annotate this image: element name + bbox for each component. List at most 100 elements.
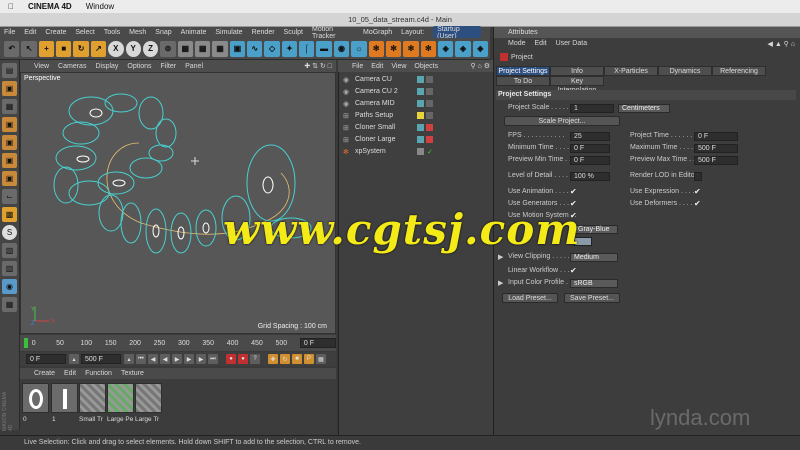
goto-start-icon[interactable]: ⏮ (136, 354, 146, 364)
mograph-effector-icon[interactable]: ◈ (455, 40, 471, 57)
menu-edit[interactable]: Edit (24, 29, 36, 36)
visibility-dots[interactable] (426, 124, 433, 131)
menu-select[interactable]: Select (75, 29, 94, 36)
menu-sculpt[interactable]: Sculpt (284, 29, 303, 36)
floor-icon[interactable]: ▬ (316, 40, 332, 57)
use-animation-checkbox[interactable]: ✔ (570, 187, 577, 196)
edges-mode-icon[interactable]: ▣ (2, 153, 17, 168)
move-icon[interactable]: + (38, 40, 55, 57)
menu-simulate[interactable]: Simulate (215, 29, 242, 36)
obj-menu-view[interactable]: View (391, 63, 406, 70)
visibility-dots[interactable] (426, 136, 433, 143)
visibility-dots[interactable] (426, 100, 433, 107)
obj-menu-edit[interactable]: Edit (371, 63, 383, 70)
record-icon[interactable]: ● (226, 354, 236, 364)
view-clipping-select[interactable]: Medium (570, 253, 618, 262)
menu-file[interactable]: File (4, 29, 15, 36)
menu-mesh[interactable]: Mesh (129, 29, 146, 36)
model-mode-icon[interactable]: ▣ (2, 81, 17, 96)
timeline-ruler[interactable]: 0 50 100 150 200 250 300 350 400 450 500… (20, 335, 336, 351)
visibility-dots[interactable] (426, 112, 433, 119)
layer-color[interactable] (417, 76, 424, 83)
layer-color[interactable] (417, 100, 424, 107)
tab-project-settings[interactable]: Project Settings (496, 66, 550, 76)
object-row[interactable]: ◉ Camera CU (343, 74, 491, 85)
attr-menu-edit[interactable]: Edit (535, 40, 547, 47)
goto-end-icon[interactable]: ⏭ (208, 354, 218, 364)
app-menu[interactable]: CINEMA 4D (28, 2, 72, 11)
keyframe-selection-icon[interactable]: ? (250, 354, 260, 364)
points-mode-icon[interactable]: ▣ (2, 135, 17, 150)
preview-max-field[interactable]: 500 F (694, 156, 738, 165)
pen-icon[interactable]: ∿ (247, 40, 263, 57)
tab-info[interactable]: Info (550, 66, 604, 76)
menu-animate[interactable]: Animate (181, 29, 207, 36)
save-preset-button[interactable]: Save Preset... (564, 293, 620, 303)
viewport-menu-filter[interactable]: Filter (161, 63, 177, 70)
material-swatch[interactable] (135, 383, 162, 413)
linear-workflow-checkbox[interactable]: ✔ (570, 266, 577, 275)
deformer-icon[interactable]: ⌠ (299, 40, 315, 57)
enable-axis-icon[interactable]: ⌙ (2, 189, 17, 204)
object-row[interactable]: ⊞ Paths Setup (343, 110, 491, 121)
material-swatch[interactable] (107, 383, 134, 413)
render-settings-icon[interactable]: ▦ (212, 40, 228, 57)
xp-system-icon[interactable]: ✻ (385, 40, 402, 57)
viewport-nav-icons[interactable]: ✚ ⇅ ↻ □ (304, 62, 332, 70)
menu-render[interactable]: Render (252, 29, 275, 36)
lock-workplane-icon[interactable]: ▧ (2, 261, 17, 276)
layer-color[interactable] (417, 124, 424, 131)
object-axis-icon[interactable]: ▣ (2, 117, 17, 132)
grid-icon[interactable]: ▦ (2, 297, 17, 312)
visibility-dots[interactable] (426, 88, 433, 95)
tab-x-particles[interactable]: X-Particles (604, 66, 658, 76)
recent-tool-icon[interactable]: ↗ (90, 40, 107, 57)
make-editable-icon[interactable]: ▤ (2, 63, 17, 78)
render-picture-icon[interactable]: ▦ (194, 40, 211, 57)
min-time-field[interactable]: 0 F (570, 144, 610, 153)
preview-min-field[interactable]: 0 F (570, 156, 610, 165)
light-icon[interactable]: ☼ (351, 40, 367, 57)
material-swatch[interactable] (22, 383, 49, 413)
material-swatch[interactable] (51, 383, 78, 413)
obj-search-icons[interactable]: ⚲ ⌂ ⚙ (470, 62, 490, 70)
scale-project-button[interactable]: Scale Project... (504, 116, 620, 126)
menu-mograph[interactable]: MoGraph (363, 29, 392, 36)
cube-icon[interactable]: ▣ (229, 40, 246, 57)
subdivision-icon[interactable]: ◇ (264, 40, 280, 57)
timeline-playhead[interactable] (24, 338, 28, 348)
visibility-dots[interactable] (426, 76, 433, 83)
tab-dynamics[interactable]: Dynamics (658, 66, 712, 76)
mograph-cloner-icon[interactable]: ◈ (437, 40, 454, 57)
mat-menu-texture[interactable]: Texture (121, 370, 144, 377)
selection-icon[interactable]: ↖ (21, 40, 37, 57)
apple-icon[interactable]:  (8, 2, 14, 11)
use-expression-checkbox[interactable]: ✔ (694, 187, 701, 196)
attr-nav-icons[interactable]: ◀ ▲ ⚲ ⌂ (767, 40, 795, 48)
color-profile-select[interactable]: sRGB (570, 279, 618, 288)
tab-referencing[interactable]: Referencing (712, 66, 766, 76)
load-preset-button[interactable]: Load Preset... (502, 293, 558, 303)
mograph-fracture-icon[interactable]: ◈ (472, 40, 489, 57)
layer-color[interactable] (417, 112, 424, 119)
workplane-icon[interactable]: ▧ (2, 243, 17, 258)
key-pla-icon[interactable]: ▦ (316, 354, 326, 364)
camera-icon[interactable]: ◉ (333, 40, 350, 57)
tab-todo[interactable]: To Do (496, 76, 550, 86)
obj-menu-file[interactable]: File (352, 63, 363, 70)
attr-menu-user-data[interactable]: User Data (556, 40, 588, 47)
x-axis-icon[interactable]: X (108, 40, 124, 57)
snap-icon[interactable]: S (2, 225, 17, 240)
menu-snap[interactable]: Snap (155, 29, 171, 36)
viewport-menu-display[interactable]: Display (95, 63, 118, 70)
render-lod-checkbox[interactable] (694, 172, 702, 181)
play-icon[interactable]: ▶ (172, 354, 182, 364)
polygons-mode-icon[interactable]: ▣ (2, 171, 17, 186)
key-param-icon[interactable]: P (304, 354, 314, 364)
obj-menu-objects[interactable]: Objects (414, 63, 438, 70)
z-axis-icon[interactable]: Z (142, 40, 159, 57)
material-swatch[interactable] (79, 383, 106, 413)
key-scale-icon[interactable]: ■ (292, 354, 302, 364)
project-scale-unit[interactable]: Centimeters (618, 104, 670, 113)
object-row[interactable]: ◉ Camera CU 2 (343, 86, 491, 97)
